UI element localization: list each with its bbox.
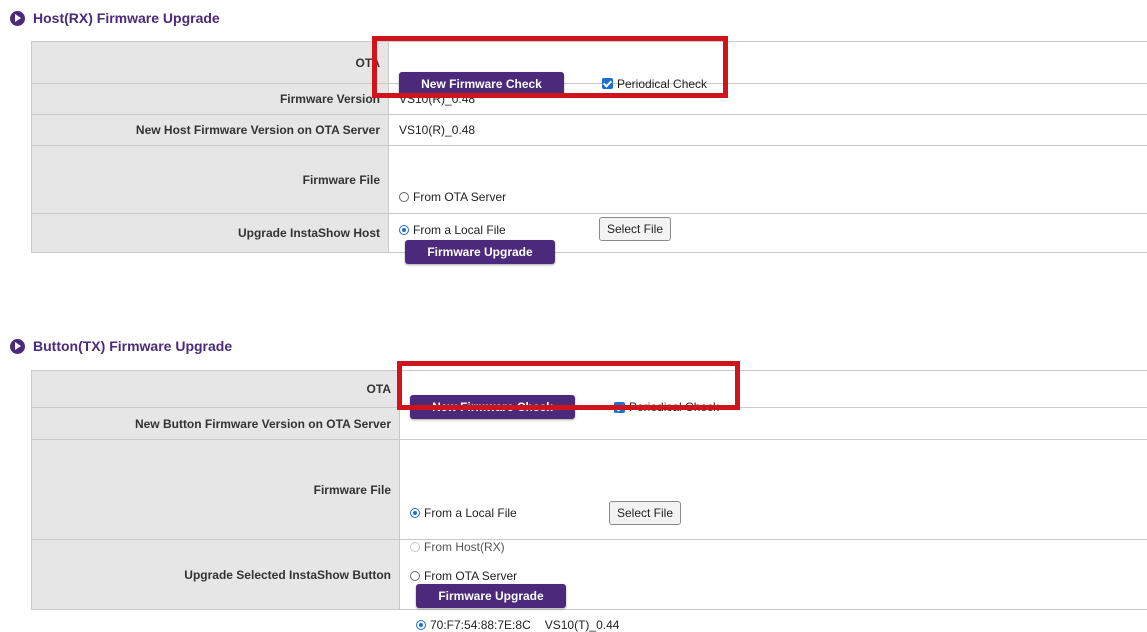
radio-unchecked-icon[interactable] bbox=[399, 192, 409, 202]
button-upgrade-label: Upgrade Selected InstaShow Button bbox=[32, 540, 400, 610]
button-section-title: Button(TX) Firmware Upgrade bbox=[10, 338, 232, 354]
host-select-file-button[interactable]: Select File bbox=[599, 217, 671, 241]
host-ota-highlight-box bbox=[372, 36, 728, 98]
button-device-radio[interactable]: 70:F7:54:88:7E:8C VS10(T)_0.44 bbox=[416, 618, 619, 632]
host-upgrade-row: Upgrade InstaShow Host Firmware Upgrade bbox=[32, 214, 1147, 253]
host-fw-file-cell: From OTA Server From a Local File Select… bbox=[389, 146, 1147, 214]
host-ota-label: OTA bbox=[32, 42, 389, 84]
button-fw-file-row: Firmware File From a Local File Select F… bbox=[32, 440, 1147, 540]
button-ota-label: OTA bbox=[32, 371, 400, 408]
button-radio-local-file[interactable]: From a Local File bbox=[410, 506, 517, 520]
play-circle-icon bbox=[10, 11, 25, 26]
radio-disabled-icon[interactable] bbox=[410, 542, 420, 552]
button-radio-from-host[interactable]: From Host(RX) bbox=[410, 540, 505, 554]
host-fw-file-row: Firmware File From OTA Server From a Loc… bbox=[32, 146, 1147, 214]
button-radio-ota-server[interactable]: From OTA Server bbox=[410, 569, 517, 583]
button-firmware-upgrade-button[interactable]: Firmware Upgrade bbox=[416, 584, 566, 608]
button-fw-file-label: Firmware File bbox=[32, 440, 400, 540]
host-radio-local-file[interactable]: From a Local File bbox=[399, 223, 506, 237]
radio-checked-icon[interactable] bbox=[416, 620, 426, 630]
host-fw-file-label: Firmware File bbox=[32, 146, 389, 214]
button-new-version-row: New Button Firmware Version on OTA Serve… bbox=[32, 408, 1147, 440]
host-fw-version-label: Firmware Version bbox=[32, 84, 389, 115]
host-radio-ota-server[interactable]: From OTA Server bbox=[399, 190, 506, 204]
radio-unchecked-icon[interactable] bbox=[410, 571, 420, 581]
button-upgrade-row: Upgrade Selected InstaShow Button Firmwa… bbox=[32, 540, 1147, 610]
host-new-version-label: New Host Firmware Version on OTA Server bbox=[32, 115, 389, 146]
host-firmware-upgrade-button[interactable]: Firmware Upgrade bbox=[405, 240, 555, 264]
host-upgrade-label: Upgrade InstaShow Host bbox=[32, 214, 389, 253]
radio-checked-icon[interactable] bbox=[410, 508, 420, 518]
host-new-version-row: New Host Firmware Version on OTA Server … bbox=[32, 115, 1147, 146]
button-ota-highlight-box bbox=[397, 361, 740, 410]
host-section-title: Host(RX) Firmware Upgrade bbox=[10, 10, 220, 26]
radio-checked-icon[interactable] bbox=[399, 225, 409, 235]
play-circle-icon bbox=[10, 339, 25, 354]
button-select-file-button[interactable]: Select File bbox=[609, 501, 681, 525]
button-new-version-label: New Button Firmware Version on OTA Serve… bbox=[32, 408, 400, 440]
button-fw-file-cell: From a Local File Select File From Host(… bbox=[400, 440, 1147, 540]
host-new-version-value: VS10(R)_0.48 bbox=[389, 115, 1147, 146]
